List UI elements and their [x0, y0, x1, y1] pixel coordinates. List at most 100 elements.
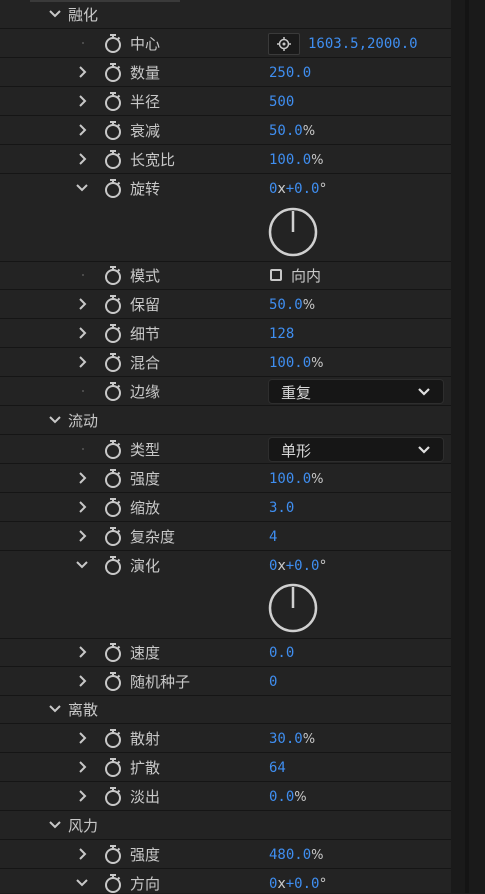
- falloff-value[interactable]: 50.0%: [269, 123, 315, 139]
- value-number[interactable]: 50.0: [269, 297, 303, 313]
- chevron-down-icon[interactable]: [76, 182, 88, 194]
- chevron-right-icon[interactable]: [76, 675, 88, 687]
- stopwatch-icon[interactable]: [104, 758, 122, 778]
- value-number[interactable]: 64: [269, 760, 286, 776]
- chevron-right-icon[interactable]: [76, 530, 88, 542]
- chevron-right-icon[interactable]: [76, 472, 88, 484]
- stopwatch-icon[interactable]: [104, 527, 122, 547]
- direction-value[interactable]: 0x+0.0°: [269, 876, 326, 892]
- value-number[interactable]: 100.0: [269, 355, 311, 371]
- section-wind[interactable]: 风力: [0, 812, 451, 840]
- chevron-down-icon[interactable]: [48, 7, 62, 21]
- detail-value[interactable]: 128: [269, 326, 294, 342]
- degrees[interactable]: +0.0: [286, 876, 320, 892]
- rotation-value[interactable]: 0x+0.0°: [269, 181, 326, 197]
- stopwatch-icon[interactable]: [104, 34, 122, 54]
- stopwatch-icon[interactable]: [104, 179, 122, 199]
- seed-value[interactable]: 0: [269, 674, 277, 690]
- degree-sign: °: [319, 876, 327, 892]
- stopwatch-icon[interactable]: [104, 440, 122, 460]
- stopwatch-icon[interactable]: [104, 469, 122, 489]
- scrollbar-thumb[interactable]: [465, 0, 469, 893]
- stopwatch-icon[interactable]: [104, 63, 122, 83]
- stopwatch-icon[interactable]: [104, 643, 122, 663]
- chevron-down-icon[interactable]: [76, 559, 88, 571]
- chevron-right-icon[interactable]: [76, 298, 88, 310]
- chevron-right-icon[interactable]: [76, 848, 88, 860]
- stopwatch-icon[interactable]: [104, 295, 122, 315]
- value-number[interactable]: 0.0: [269, 645, 294, 661]
- complexity-value[interactable]: 4: [269, 529, 277, 545]
- degrees[interactable]: +0.0: [286, 558, 320, 574]
- radius-value[interactable]: 500: [269, 94, 294, 110]
- chevron-right-icon[interactable]: [76, 356, 88, 368]
- scale-value[interactable]: 3.0: [269, 500, 294, 516]
- value-number[interactable]: 0: [269, 674, 277, 690]
- stopwatch-icon[interactable]: [104, 92, 122, 112]
- chevron-right-icon[interactable]: [76, 501, 88, 513]
- angle-dial[interactable]: [267, 582, 319, 634]
- chevron-right-icon[interactable]: [76, 124, 88, 136]
- evolution-value[interactable]: 0x+0.0°: [269, 558, 326, 574]
- value-number[interactable]: 4: [269, 529, 277, 545]
- stopwatch-icon[interactable]: [104, 150, 122, 170]
- aspect-value[interactable]: 100.0%: [269, 152, 324, 168]
- value-number[interactable]: 128: [269, 326, 294, 342]
- chevron-down-icon: [418, 446, 430, 454]
- chevron-right-icon[interactable]: [76, 732, 88, 744]
- preserve-value[interactable]: 50.0%: [269, 297, 315, 313]
- stopwatch-icon[interactable]: [104, 353, 122, 373]
- chevron-right-icon[interactable]: [76, 66, 88, 78]
- stopwatch-icon[interactable]: [104, 498, 122, 518]
- stopwatch-icon[interactable]: [104, 556, 122, 576]
- chevron-right-icon[interactable]: [76, 761, 88, 773]
- chevron-down-icon[interactable]: [48, 818, 62, 832]
- stopwatch-icon[interactable]: [104, 324, 122, 344]
- param-label: 旋转: [130, 180, 161, 198]
- value-number[interactable]: 100.0: [269, 471, 311, 487]
- stopwatch-icon[interactable]: [104, 874, 122, 894]
- type-dropdown[interactable]: 单形: [268, 437, 444, 462]
- center-value[interactable]: 1603.5,2000.0: [308, 36, 418, 52]
- edge-dropdown[interactable]: 重复: [268, 379, 444, 404]
- wind-strength-value[interactable]: 480.0%: [269, 847, 324, 863]
- value-number[interactable]: 100.0: [269, 152, 311, 168]
- value-number[interactable]: 250.0: [269, 65, 311, 81]
- stopwatch-icon[interactable]: [104, 845, 122, 865]
- value-number[interactable]: 480.0: [269, 847, 311, 863]
- chevron-right-icon[interactable]: [76, 95, 88, 107]
- chevron-right-icon[interactable]: [76, 327, 88, 339]
- chevron-right-icon[interactable]: [76, 153, 88, 165]
- value-number[interactable]: 3.0: [269, 500, 294, 516]
- angle-dial[interactable]: [267, 206, 319, 258]
- stopwatch-icon[interactable]: [104, 266, 122, 286]
- stopwatch-icon[interactable]: [104, 729, 122, 749]
- chevron-down-icon[interactable]: [48, 702, 62, 716]
- chevron-down-icon[interactable]: [76, 877, 88, 889]
- stopwatch-icon[interactable]: [104, 672, 122, 692]
- section-flow[interactable]: 流动: [0, 407, 451, 435]
- value-number[interactable]: 500: [269, 94, 294, 110]
- point-target-button[interactable]: [268, 33, 300, 55]
- chevron-down-icon[interactable]: [48, 413, 62, 427]
- spread-value[interactable]: 64: [269, 760, 286, 776]
- amount-value[interactable]: 250.0: [269, 65, 311, 81]
- checkbox-label[interactable]: 向内: [291, 265, 321, 286]
- section-dissolve[interactable]: 融化: [0, 1, 451, 29]
- scatter-value[interactable]: 30.0%: [269, 731, 315, 747]
- stopwatch-icon[interactable]: [104, 382, 122, 402]
- fade-value[interactable]: 0.0%: [269, 789, 307, 805]
- value-number[interactable]: 0.0: [269, 789, 294, 805]
- speed-value[interactable]: 0.0: [269, 645, 294, 661]
- degrees[interactable]: +0.0: [286, 181, 320, 197]
- stopwatch-icon[interactable]: [104, 121, 122, 141]
- value-number[interactable]: 30.0: [269, 731, 303, 747]
- inward-checkbox[interactable]: [270, 269, 282, 281]
- section-scatter[interactable]: 离散: [0, 696, 451, 724]
- value-number[interactable]: 50.0: [269, 123, 303, 139]
- stopwatch-icon[interactable]: [104, 787, 122, 807]
- flow-strength-value[interactable]: 100.0%: [269, 471, 324, 487]
- chevron-right-icon[interactable]: [76, 646, 88, 658]
- chevron-right-icon[interactable]: [76, 790, 88, 802]
- blend-value[interactable]: 100.0%: [269, 355, 324, 371]
